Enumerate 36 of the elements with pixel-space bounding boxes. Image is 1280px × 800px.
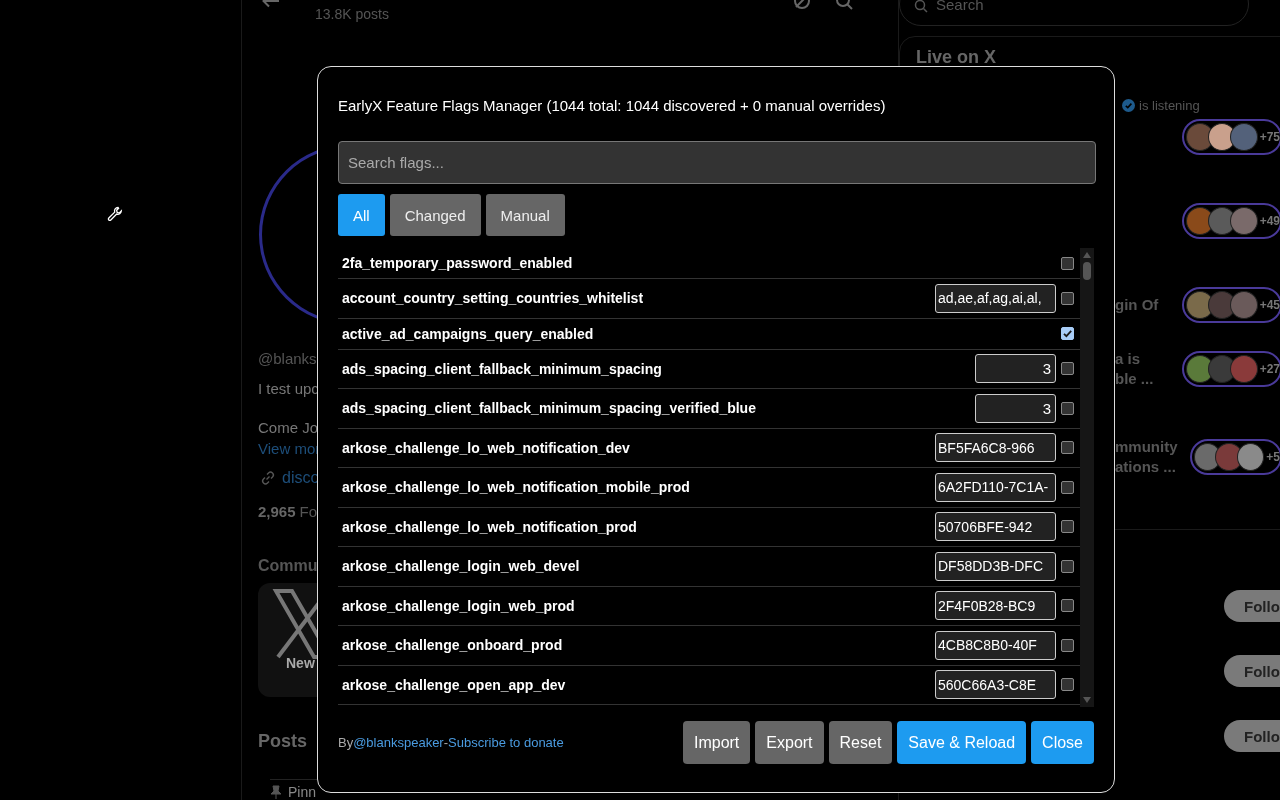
flag-name: active_ad_campaigns_query_enabled <box>342 325 594 342</box>
listening-label: is listening <box>1139 98 1200 113</box>
followers-label: Fo <box>299 503 318 521</box>
space-title: a is <box>1115 349 1142 369</box>
flag-name: 2fa_temporary_password_enabled <box>342 255 573 271</box>
followers-count: 2,965 <box>258 503 296 521</box>
listener-count: +45 <box>1259 298 1280 312</box>
flag-name: arkose_challenge_lo_web_notification_prod <box>342 518 637 535</box>
listener-count: +5 <box>1266 450 1280 464</box>
post-count: 13.8K posts <box>315 6 389 22</box>
flag-name: arkose_challenge_onboard_prod <box>342 637 563 654</box>
space-title: mmunity <box>1115 437 1178 457</box>
flag-name: ads_spacing_client_fallback_minimum_spacing_verified_blue <box>342 400 756 417</box>
communities-heading: Commu <box>258 557 318 576</box>
flag-name: ads_spacing_client_fallback_minimum_spacing <box>342 360 662 377</box>
space-title: gin Of <box>1115 295 1159 315</box>
listener-count: +75 <box>1259 130 1280 144</box>
space-title: ations ... <box>1115 457 1177 477</box>
dialog-title: EarlyX Feature Flags Manager (1044 total: 1044 discovered + 0 manual overrides) <box>338 97 887 116</box>
pinned-label: Pinn <box>288 784 317 800</box>
flag-name: arkose_challenge_login_web_prod <box>342 597 575 614</box>
listener-count: +27 <box>1259 362 1280 376</box>
flag-name: arkose_challenge_open_app_dev <box>342 676 566 693</box>
profile-handle: @blanks <box>258 350 317 368</box>
credit-text: By@blankspeaker-Subscribe to donate <box>338 735 564 750</box>
listener-count: +49 <box>1259 214 1280 228</box>
bio-text: I test upc <box>258 380 319 398</box>
flag-name: arkose_challenge_lo_web_notification_dev <box>342 439 630 456</box>
flag-name: account_country_setting_countries_whitelist <box>342 290 644 307</box>
flag-name: arkose_challenge_lo_web_notification_mobile_prod <box>342 479 690 496</box>
community-name: New <box>286 655 316 672</box>
bio-text: Come Jo <box>258 419 319 437</box>
search-placeholder: Search <box>936 0 984 13</box>
live-heading: Live on X <box>916 47 997 67</box>
flag-name: arkose_challenge_login_web_devel <box>342 558 580 575</box>
space-title: ble ... <box>1115 369 1154 389</box>
